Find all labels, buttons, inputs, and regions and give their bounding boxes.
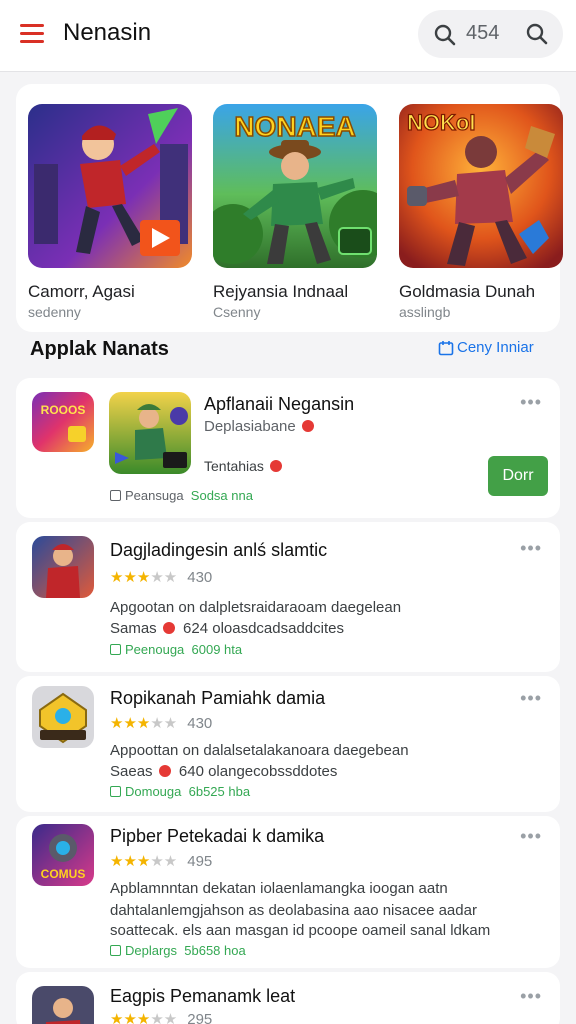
featured-item[interactable]: Camorr, Agasi sedenny	[28, 104, 192, 320]
app-card[interactable]: COMUS Pipber Petekadai k damika ★★★★★ 495…	[16, 816, 560, 968]
more-options-icon[interactable]: •••	[520, 986, 542, 1007]
featured-game-art[interactable]: NONAEA	[213, 104, 377, 268]
app-description: Appoottan on dalalsetalakanoara daegebea…	[110, 742, 409, 759]
search-input[interactable]: 454	[466, 22, 499, 45]
featured-game-art[interactable]	[28, 104, 192, 268]
tag-icon	[110, 786, 121, 797]
tag-icon	[110, 490, 121, 501]
app-icon[interactable]: COMUS	[32, 824, 94, 886]
app-tagline: Domouga 6b525 hba	[110, 784, 250, 799]
see-all-label: Ceny Inniar	[457, 339, 534, 356]
icon-badge-text: COMUS	[41, 867, 86, 881]
more-options-icon[interactable]: •••	[520, 538, 542, 559]
more-options-icon[interactable]: •••	[520, 688, 542, 709]
app-icon[interactable]	[32, 536, 94, 598]
featured-title: Camorr, Agasi	[28, 282, 135, 301]
search-icon[interactable]	[433, 23, 457, 47]
app-tagline: Deplargs 5b658 hoa	[110, 943, 246, 958]
app-title: Nenasin	[63, 19, 152, 46]
more-options-icon[interactable]: •••	[520, 392, 542, 413]
tag-icon	[110, 644, 121, 655]
app-tagline: Peenouga 6009 hta	[110, 642, 242, 657]
featured-game-art[interactable]: NOKoI	[399, 104, 563, 268]
heart-icon	[301, 420, 314, 432]
app-icon[interactable]: ROOOS	[32, 392, 94, 452]
more-options-icon[interactable]: •••	[520, 826, 542, 847]
featured-subtitle: Csenny	[213, 304, 261, 320]
app-card[interactable]: Dagjladingesin anlś slamtic ★★★★★ 430 Apg…	[16, 522, 560, 672]
app-description-2: Saeas 640 olangecobssddotes	[110, 763, 338, 780]
app-description-3: soattecak. els aan masgan id pcoope oame…	[110, 922, 491, 939]
app-card[interactable]: Eagpis Pemanamk leat ★★★★★ 295 •••	[16, 972, 560, 1024]
featured-subtitle: sedenny	[28, 304, 81, 320]
featured-subtitle: asslingb	[399, 304, 451, 320]
app-icon[interactable]	[32, 986, 94, 1024]
featured-item[interactable]: NONAEA Rejyansia Indnaal Csenny	[213, 104, 377, 320]
app-feature-icon[interactable]	[109, 392, 191, 474]
star-rating: ★★★★★ 295	[110, 1011, 213, 1024]
featured-carousel: Camorr, Agasi sedenny NONAEA Rejyansia I…	[16, 84, 563, 332]
app-card[interactable]: Ropikanah Pamiahk damia ★★★★★ 430 Appoott…	[16, 676, 560, 812]
search-submit-icon[interactable]	[525, 22, 549, 46]
featured-item[interactable]: NOKoI Goldmasia Dunah asslingb	[399, 104, 563, 320]
section-title: Applak Nanats	[30, 338, 169, 360]
app-description: Apgootan on dalpletsraidaraoam daegelean	[110, 599, 402, 616]
heart-icon	[162, 622, 175, 634]
menu-icon[interactable]	[20, 24, 44, 44]
featured-title: Rejyansia Indnaal	[213, 282, 349, 301]
app-subtitle: Deplasiabane	[204, 416, 314, 437]
tag-icon	[110, 945, 121, 956]
app-tagline: Peansuga Sodsa nna	[110, 488, 253, 503]
app-description: Apblamnntan dekatan iolaenlamangka iooga…	[110, 880, 448, 897]
open-button[interactable]: Dorr	[488, 456, 548, 496]
app-extra: Tentahias	[204, 456, 282, 477]
app-card[interactable]: ROOOS Apflanaii Negansin Deplasiabane Te…	[16, 378, 560, 518]
app-icon[interactable]	[32, 686, 94, 748]
app-name[interactable]: Pipber Petekadai k damika	[110, 826, 324, 847]
featured-title: Goldmasia Dunah	[399, 282, 536, 301]
star-rating: ★★★★★ 430	[110, 715, 213, 732]
app-description-2: dahtalanlemgjahson as deolabasina aao ni…	[110, 902, 477, 919]
icon-badge-text: ROOOS	[41, 403, 86, 417]
calendar-icon	[438, 340, 454, 355]
star-rating: ★★★★★ 430	[110, 569, 213, 586]
featured-art-text: NONAEA	[234, 111, 355, 142]
app-description-2: Samas 624 oloasdcadsaddcites	[110, 620, 344, 637]
featured-art-text: NOKoI	[407, 110, 475, 135]
see-all-link[interactable]: Ceny Inniar	[438, 339, 534, 356]
heart-icon	[158, 765, 171, 777]
app-name[interactable]: Dagjladingesin anlś slamtic	[110, 540, 327, 561]
app-header: Nenasin 454	[0, 0, 576, 72]
app-name[interactable]: Apflanaii Negansin	[204, 394, 354, 415]
heart-icon	[269, 460, 282, 472]
app-name[interactable]: Ropikanah Pamiahk damia	[110, 688, 325, 709]
app-name[interactable]: Eagpis Pemanamk leat	[110, 986, 295, 1007]
star-rating: ★★★★★ 495	[110, 853, 213, 870]
